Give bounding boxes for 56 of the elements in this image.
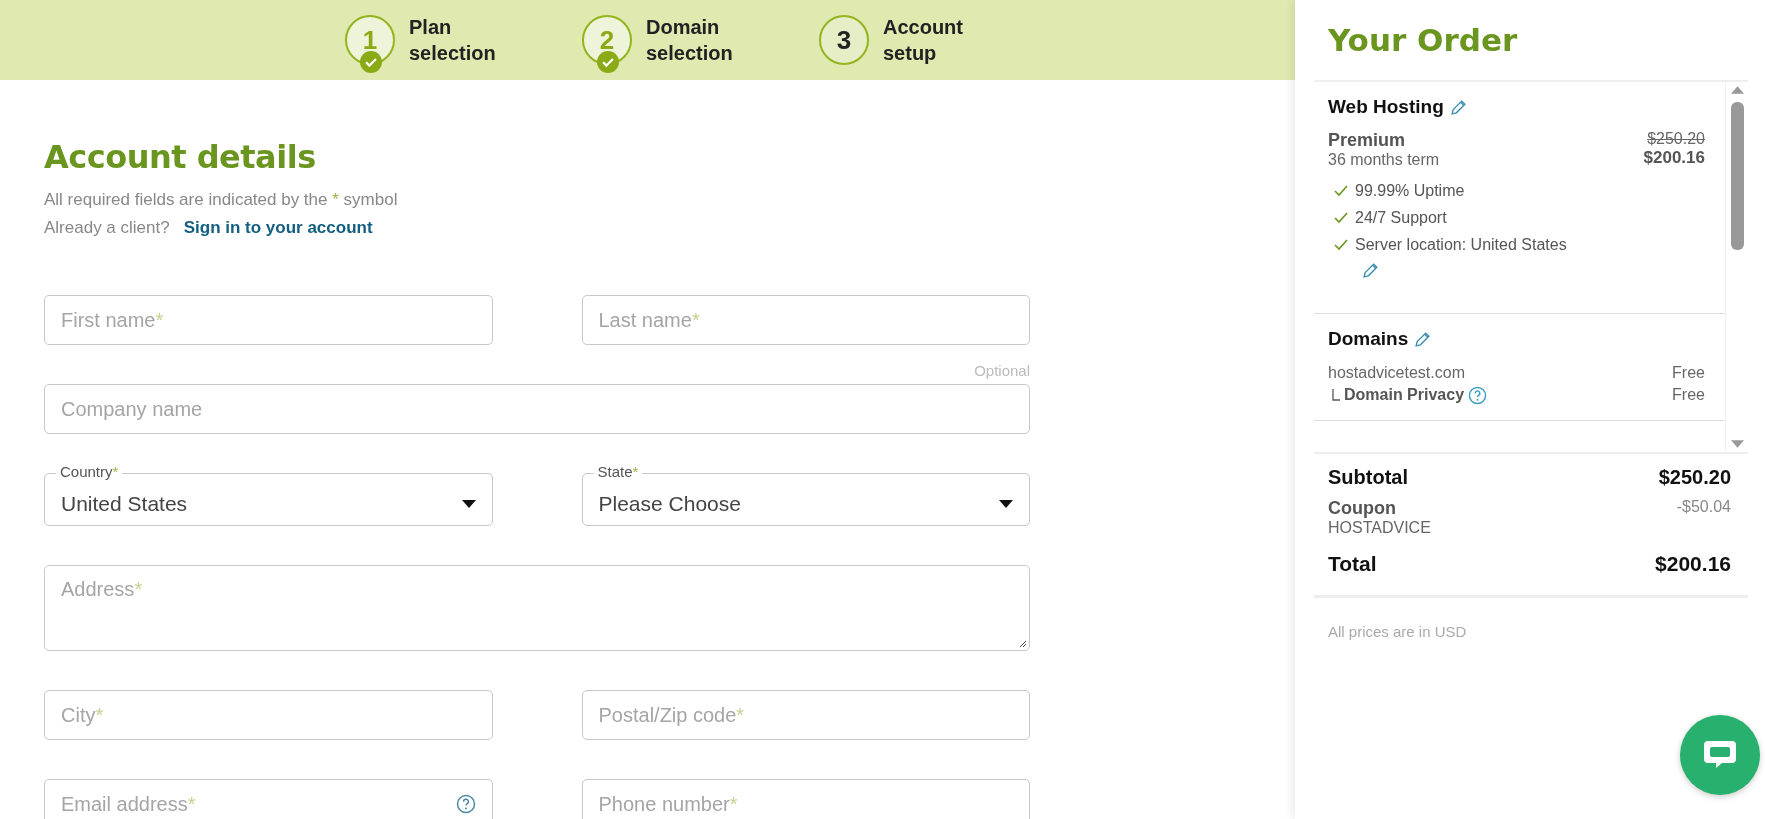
section-heading: Domains [1328, 328, 1409, 350]
help-icon[interactable] [1468, 385, 1488, 405]
check-icon [360, 51, 382, 73]
scroll-down-icon[interactable] [1730, 440, 1744, 448]
resize-grip-icon[interactable] [1017, 638, 1027, 648]
input-field[interactable]: Company name [44, 384, 1030, 434]
check-icon [1334, 184, 1348, 197]
input-field[interactable]: Email address* [44, 779, 493, 819]
caret-icon [999, 499, 1013, 508]
scrollbar-thumb[interactable] [1730, 102, 1744, 250]
subtotal-label: Subtotal [1328, 465, 1408, 489]
edit-icon[interactable] [1362, 262, 1379, 279]
feature-text: 24/7 Support [1355, 208, 1447, 227]
check-icon [597, 51, 619, 73]
currency-note: All prices are in USD [1328, 623, 1468, 640]
sign-in-link[interactable]: Sign in to your account [183, 218, 373, 238]
optional-note: Optional [974, 362, 1030, 379]
check-icon [1334, 211, 1348, 224]
input-field[interactable]: First name* [44, 295, 493, 345]
subtotal-value: $250.20 [1658, 465, 1731, 489]
domain-price: Free [1672, 386, 1705, 404]
domain-price: Free [1672, 364, 1705, 382]
feature-text: Server location: United States [1355, 235, 1567, 254]
coupon-code: HOSTADVICE [1328, 519, 1431, 537]
check-icon [1334, 238, 1348, 251]
old-price: $250.20 [1647, 130, 1705, 148]
domain-name: Domain Privacy [1344, 386, 1465, 404]
step-label: Account setup [883, 15, 963, 66]
step-label: Plan selection [409, 15, 496, 66]
required-note: All required fields are indicated by the * symbol [44, 190, 399, 210]
input-field[interactable]: Phone number* [581, 779, 1030, 819]
feature-text: 99.99% Uptime [1355, 181, 1465, 200]
input-field[interactable]: City* [44, 690, 493, 740]
coupon-label: Coupon [1328, 498, 1397, 519]
plan-price: $200.16 [1643, 148, 1705, 168]
total-label: Total [1328, 552, 1377, 576]
scroll-up-icon[interactable] [1730, 86, 1744, 94]
section-heading: Web Hosting [1328, 96, 1444, 118]
caret-icon [461, 499, 476, 508]
address-textarea[interactable]: Address* [44, 565, 1030, 651]
page-heading: Account details [44, 138, 317, 176]
help-icon[interactable] [455, 794, 476, 814]
edit-icon[interactable] [1449, 98, 1467, 116]
input-field[interactable]: Postal/Zip code* [581, 690, 1030, 740]
total-value: $200.16 [1655, 552, 1731, 576]
domain-name: hostadvicetest.com [1328, 364, 1465, 382]
order-heading: Your Order [1327, 21, 1519, 60]
step-number: 3 [819, 15, 869, 65]
step-label: Domain selection [646, 15, 733, 66]
plan-name: Premium [1328, 130, 1407, 151]
input-field[interactable]: Last name* [581, 295, 1030, 345]
coupon-value: -$50.04 [1676, 498, 1731, 516]
client-prompt: Already a client? [44, 218, 170, 238]
plan-term: 36 months term [1328, 151, 1440, 169]
edit-icon[interactable] [1414, 330, 1432, 348]
chat-button[interactable] [1680, 715, 1760, 795]
